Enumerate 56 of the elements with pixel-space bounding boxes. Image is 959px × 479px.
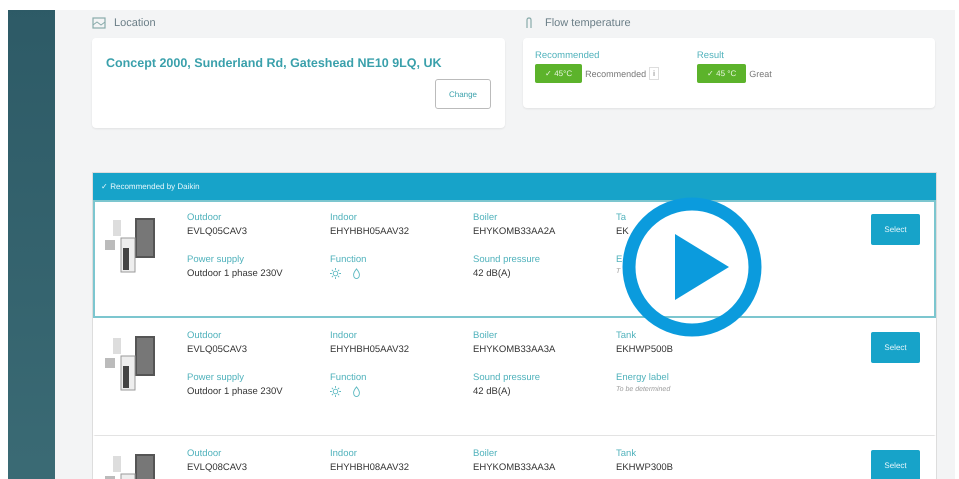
drop-icon <box>351 386 362 397</box>
field-label: Function <box>330 372 366 383</box>
field-label: Recommended <box>535 50 600 61</box>
field-value: EHYHBH05AAV32 <box>330 344 410 355</box>
field-label: Ta <box>616 212 626 223</box>
field-label: Sound pressure <box>473 372 540 383</box>
field-label: Indoor <box>330 330 357 341</box>
field-label: Indoor <box>330 448 357 459</box>
field-value: 42 dB(A) <box>473 386 510 397</box>
field-label: Power supply <box>187 372 244 383</box>
field-value: EHYHBH08AAV32 <box>330 462 410 473</box>
sun-icon <box>330 268 341 279</box>
section-heading: Flow temperature <box>545 17 631 29</box>
results-header: ✓ Recommended by Daikin <box>93 173 936 200</box>
field-value: EHYKOMB33AA2A <box>473 226 556 237</box>
change-button[interactable]: Change <box>435 79 491 109</box>
field-label: Outdoor <box>187 330 222 341</box>
field-value: Outdoor 1 phase 230V <box>187 386 283 397</box>
map-icon <box>92 17 106 29</box>
field-label: E <box>616 254 622 265</box>
field-label: Sound pressure <box>473 254 540 265</box>
select-button[interactable]: Select <box>871 332 920 363</box>
select-button[interactable]: Select <box>871 450 920 479</box>
info-badge[interactable]: i <box>649 67 659 80</box>
field-label: Boiler <box>473 448 498 459</box>
status-text: Great <box>749 68 772 78</box>
field-value: 42 dB(A) <box>473 268 510 279</box>
section-heading: Location <box>114 17 156 29</box>
field-label: Tank <box>616 330 636 341</box>
field-value: EVLQ05CAV3 <box>187 344 248 355</box>
field-label: Indoor <box>330 212 357 223</box>
drop-icon <box>351 268 362 279</box>
sun-icon <box>330 386 341 397</box>
field-value: EVLQ05CAV3 <box>187 226 248 237</box>
field-value: EHYKOMB33AA3A <box>473 344 556 355</box>
field-value: EKHWP500B <box>616 344 674 355</box>
select-button[interactable]: Select <box>871 214 920 245</box>
field-label: Result <box>696 50 725 61</box>
field-label: Outdoor <box>187 448 222 459</box>
field-label: Outdoor <box>187 212 222 223</box>
temperature-badge: ✓ 45°C <box>535 64 582 83</box>
field-label: Energy label <box>616 372 669 383</box>
temperature-badge: ✓ 45 °C <box>696 64 746 83</box>
field-value: EVLQ08CAV3 <box>187 462 248 473</box>
field-label: Boiler <box>473 330 498 341</box>
field-label: Tank <box>616 448 636 459</box>
field-label: Function <box>330 254 366 265</box>
address-text: Concept 2000, Sunderland Rd, Gateshead NE10 9LQ, UK <box>106 56 443 70</box>
field-value: EK <box>616 226 629 237</box>
field-label: Boiler <box>473 212 498 223</box>
field-value: EHYKOMB33AA3A <box>473 462 556 473</box>
status-text: Recommended <box>585 68 646 78</box>
field-value: EKHWP300B <box>616 462 674 473</box>
field-label: Power supply <box>187 254 244 265</box>
field-value: EHYHBH05AAV32 <box>330 226 410 237</box>
field-value: Outdoor 1 phase 230V <box>187 268 283 279</box>
